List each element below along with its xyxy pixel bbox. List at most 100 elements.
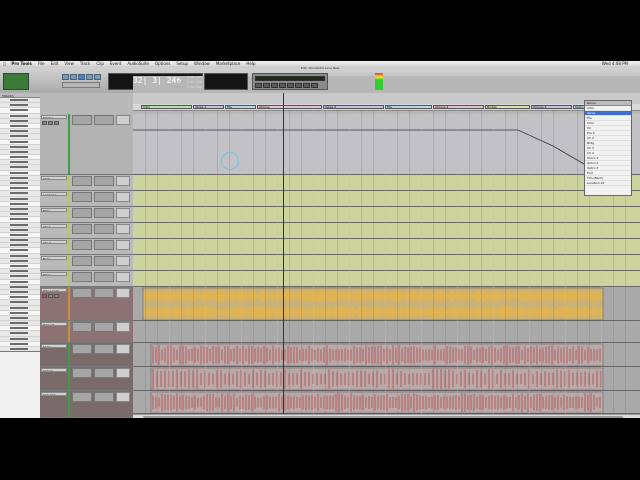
start-value[interactable]: 0:00.000 xyxy=(187,75,201,79)
main-counter[interactable]: 32| 3| 246 Start 0:00.000 End 0:00.000 L… xyxy=(108,73,640,401)
markers-ruler[interactable]: Intro Verse 1 Pre Chorus Verse 2 Pre Chorus 2B… xyxy=(133,104,640,111)
track-header-piano-r[interactable]: Piano R xyxy=(40,321,133,343)
lane-piano-r[interactable] xyxy=(133,321,640,343)
lane-master-automation[interactable] xyxy=(133,114,640,175)
drum-clip-waveform[interactable] xyxy=(133,367,640,391)
track-name[interactable]: Bass xyxy=(41,256,67,260)
marker[interactable]: Bridge xyxy=(485,105,530,109)
volume-automation-line[interactable] xyxy=(133,114,640,175)
track-name[interactable]: Kick In xyxy=(41,368,67,372)
grid-mode-icon[interactable] xyxy=(62,82,100,88)
lane-bass[interactable] xyxy=(133,255,640,271)
edit-mode-panel[interactable] xyxy=(3,73,29,90)
track-header-bgv[interactable]: BGV xyxy=(40,207,133,223)
track-header-piano-verb[interactable]: Piano Verb xyxy=(40,287,133,321)
rewind-button[interactable] xyxy=(255,83,262,88)
playhead-cursor[interactable] xyxy=(283,93,284,418)
lane-piano[interactable] xyxy=(133,271,640,287)
track-name[interactable]: Kick Out xyxy=(41,392,67,396)
lane-snap[interactable] xyxy=(133,343,640,367)
mute-button[interactable] xyxy=(54,294,59,298)
inserts-view[interactable] xyxy=(116,240,130,250)
lane-piano-verb[interactable] xyxy=(133,287,640,321)
input-selector[interactable] xyxy=(72,322,92,332)
input-selector[interactable] xyxy=(72,208,92,218)
track-name[interactable]: Snap xyxy=(41,344,67,348)
inserts-view[interactable] xyxy=(116,115,130,125)
inserts-view[interactable] xyxy=(116,322,130,332)
input-selector[interactable] xyxy=(72,176,92,186)
marker[interactable]: Pre xyxy=(225,105,256,109)
marker[interactable]: Chorus 2 xyxy=(433,105,484,109)
lane-click[interactable] xyxy=(133,175,640,191)
lane-gtr-1[interactable] xyxy=(133,223,640,239)
stop-button[interactable] xyxy=(271,83,278,88)
horizontal-scrollbar[interactable] xyxy=(133,414,640,418)
inserts-view[interactable] xyxy=(116,224,130,234)
inserts-view[interactable] xyxy=(116,288,130,298)
input-selector[interactable] xyxy=(72,368,92,378)
track-header-gtr-2[interactable]: Gtr 2 xyxy=(40,239,133,255)
input-selector[interactable] xyxy=(72,392,92,402)
marker[interactable]: Pre xyxy=(385,105,432,109)
audio-clip-waveform[interactable] xyxy=(133,287,640,321)
input-selector[interactable] xyxy=(72,288,92,298)
track-header-piano[interactable]: Piano xyxy=(40,271,133,287)
track-header-click[interactable]: Click xyxy=(40,175,133,191)
track-header-bass[interactable]: Bass xyxy=(40,255,133,271)
output-selector[interactable] xyxy=(94,288,114,298)
input-selector[interactable] xyxy=(72,115,92,125)
output-selector[interactable] xyxy=(94,392,114,402)
track-name[interactable]: Piano R xyxy=(41,322,67,326)
rec-button[interactable] xyxy=(42,121,47,125)
marker[interactable]: Chorus 3 xyxy=(531,105,572,109)
track-header-master[interactable]: Master xyxy=(40,114,133,175)
record-button[interactable] xyxy=(287,83,294,88)
track-name[interactable]: Lead Vox xyxy=(41,192,67,196)
input-selector[interactable] xyxy=(72,344,92,354)
marker[interactable]: Verse 1 xyxy=(193,105,224,109)
output-selector[interactable] xyxy=(94,176,114,186)
marker[interactable]: Intro xyxy=(141,105,192,109)
countoff-button[interactable] xyxy=(311,83,318,88)
track-header-lead-vox[interactable]: Lead Vox xyxy=(40,191,133,207)
mute-button[interactable] xyxy=(54,121,59,125)
drum-clip-waveform[interactable] xyxy=(133,343,640,367)
inserts-view[interactable] xyxy=(116,272,130,282)
lane-kick-in[interactable] xyxy=(133,367,640,391)
output-selector[interactable] xyxy=(94,224,114,234)
output-selector[interactable] xyxy=(94,115,114,125)
edit-window-tracks[interactable]: Intro Verse 1 Pre Chorus Verse 2 Pre Chorus 2B… xyxy=(133,93,640,418)
inserts-view[interactable] xyxy=(116,192,130,202)
track-name[interactable]: Gtr 2 xyxy=(41,240,67,244)
lane-bgv[interactable] xyxy=(133,207,640,223)
solo-button[interactable] xyxy=(48,121,53,125)
lane-kick-out[interactable] xyxy=(133,391,640,414)
inserts-view[interactable] xyxy=(116,344,130,354)
output-selector[interactable] xyxy=(94,272,114,282)
output-selector[interactable] xyxy=(94,208,114,218)
online-button[interactable] xyxy=(303,83,310,88)
play-button[interactable] xyxy=(279,83,286,88)
track-name[interactable]: Piano xyxy=(41,272,67,276)
output-selector[interactable] xyxy=(94,256,114,266)
track-header-snap[interactable]: Snap xyxy=(40,343,133,367)
selector-tool-icon[interactable] xyxy=(78,74,85,80)
output-selector[interactable] xyxy=(94,368,114,378)
input-selector[interactable] xyxy=(72,256,92,266)
output-selector[interactable] xyxy=(94,192,114,202)
output-selector[interactable] xyxy=(94,322,114,332)
input-selector[interactable] xyxy=(72,224,92,234)
zoom-tool-icon[interactable] xyxy=(62,74,69,80)
output-selector[interactable] xyxy=(94,344,114,354)
horizontal-scroll-thumb[interactable] xyxy=(143,416,623,418)
rec-button[interactable] xyxy=(42,294,47,298)
inserts-view[interactable] xyxy=(116,392,130,402)
nudge-grid-display[interactable] xyxy=(204,73,248,90)
grabber-tool-icon[interactable] xyxy=(86,74,93,80)
output-selector[interactable] xyxy=(94,240,114,250)
lane-lead-vox[interactable] xyxy=(133,191,640,207)
inserts-view[interactable] xyxy=(116,256,130,266)
inserts-view[interactable] xyxy=(116,368,130,378)
marker[interactable]: Verse 2 xyxy=(323,105,384,109)
